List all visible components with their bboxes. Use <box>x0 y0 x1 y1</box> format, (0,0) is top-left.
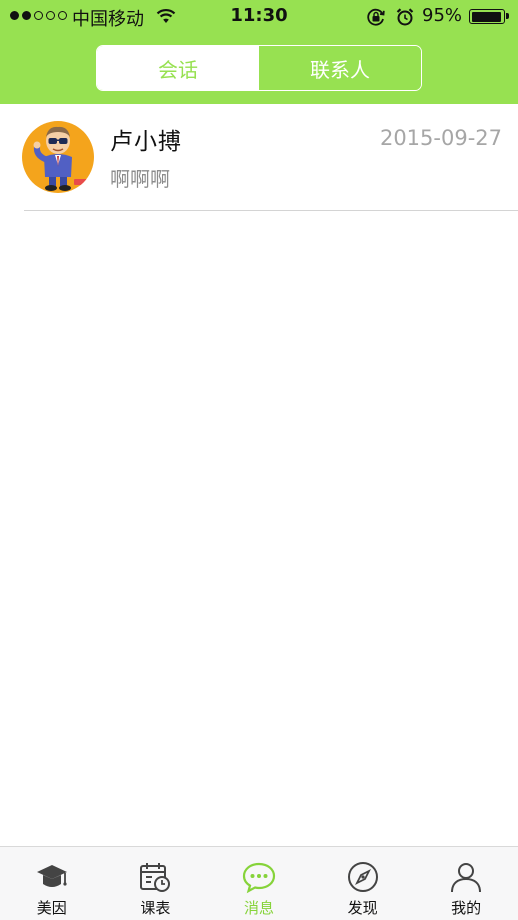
tab-conversations[interactable]: 会话 <box>97 46 259 90</box>
tab-label: 发现 <box>347 899 378 917</box>
divider <box>24 210 518 211</box>
tab-label: 美因 <box>36 899 67 917</box>
tab-messages[interactable]: 消息 <box>207 847 311 920</box>
battery-percent: 95% <box>422 5 463 26</box>
cartoon-man-avatar-icon <box>22 121 94 193</box>
header: 中国移动 11:30 95% 会话 联系人 <box>0 0 518 104</box>
tab-label: 我的 <box>451 899 482 917</box>
tab-contacts[interactable]: 联系人 <box>259 46 421 90</box>
segmented-control: 会话 联系人 <box>96 45 422 91</box>
battery-icon <box>469 9 509 24</box>
compass-icon <box>345 859 381 895</box>
graduation-cap-icon <box>34 859 70 895</box>
rotation-lock-icon <box>366 8 386 31</box>
conversation-time: 2015-09-27 <box>379 126 502 150</box>
conversation-preview: 啊啊啊 <box>110 167 170 191</box>
status-bar: 中国移动 11:30 95% <box>0 0 518 34</box>
alarm-clock-icon <box>395 7 415 32</box>
tab-label: 课表 <box>140 899 171 917</box>
tab-label: 消息 <box>243 899 274 917</box>
app-screen: 中国移动 11:30 95% 会话 联系人 卢小搏 2015-09-27 啊啊啊… <box>0 0 518 920</box>
conversation-item[interactable]: 卢小搏 2015-09-27 啊啊啊 <box>0 104 518 211</box>
person-icon <box>448 859 484 895</box>
tab-schedule[interactable]: 课表 <box>104 847 208 920</box>
chat-bubble-icon <box>241 859 277 895</box>
tab-bar: 美因 课表 消息 发现 我的 <box>0 846 518 920</box>
tab-discover[interactable]: 发现 <box>311 847 415 920</box>
tab-meiyin[interactable]: 美因 <box>0 847 104 920</box>
calendar-clock-icon <box>137 859 173 895</box>
conversation-name: 卢小搏 <box>110 129 182 155</box>
avatar <box>22 121 94 193</box>
conversation-list: 卢小搏 2015-09-27 啊啊啊 <box>0 104 518 211</box>
tab-profile[interactable]: 我的 <box>414 847 518 920</box>
